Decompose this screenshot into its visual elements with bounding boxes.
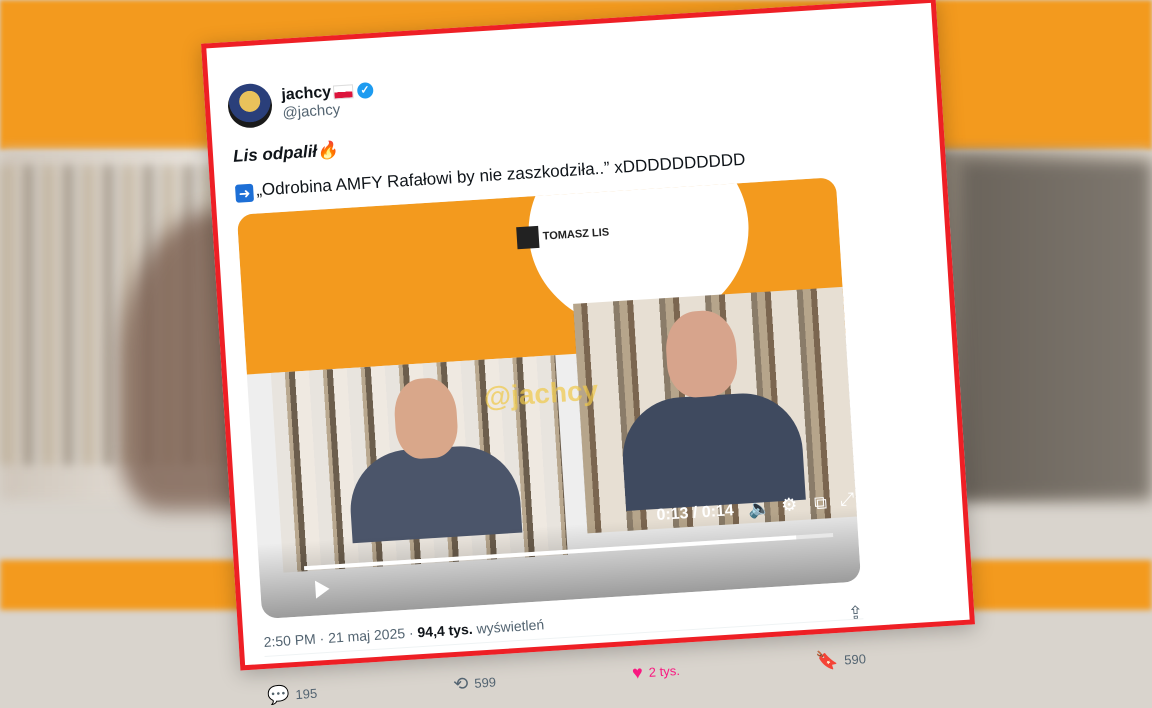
timestamp[interactable]: 2:50 PM · 21 maj 2025 · [263, 625, 414, 650]
avatar[interactable] [226, 82, 274, 130]
views-label: wyświetleń [476, 616, 545, 637]
bookmark-button[interactable]: 🔖 590 [815, 648, 866, 672]
reply-icon: 💬 [266, 684, 291, 706]
pip-icon[interactable]: ⧉ [813, 492, 827, 514]
bookmark-icon: 🔖 [815, 649, 839, 672]
like-button[interactable]: ♥ 2 tys. [631, 660, 680, 684]
reply-count: 195 [295, 685, 318, 703]
flag-icon [332, 83, 354, 100]
video-player[interactable]: TOMASZ LIS @jachcy 0:13 / 0:14 🔈 ⚙ ⧉ ⤢ [236, 177, 862, 620]
tweet-text-line1-content: Lis odpalił [232, 141, 318, 166]
settings-icon[interactable]: ⚙ [781, 494, 798, 516]
like-icon: ♥ [631, 662, 644, 683]
reply-button[interactable]: 💬 195 [266, 683, 317, 707]
like-count: 2 tys. [648, 662, 681, 680]
repost-icon: ⟲ [452, 673, 469, 695]
volume-icon[interactable]: 🔈 [748, 498, 772, 520]
tweet-text-line1: Lis odpalił🔥 [233, 140, 339, 167]
channel-label: TOMASZ LIS [542, 226, 610, 243]
author-names: jachcy ✓ @jachcy [281, 81, 375, 121]
arrow-right-icon: ➜ [234, 183, 255, 203]
channel-logo-icon [516, 225, 540, 250]
fire-icon: 🔥 [316, 140, 339, 161]
tweet-meta: 2:50 PM · 21 maj 2025 · 94,4 tys. wyświe… [263, 616, 544, 650]
fullscreen-icon[interactable]: ⤢ [839, 489, 855, 511]
tweet-header: jachcy ✓ @jachcy [226, 76, 375, 130]
person-right-body [619, 389, 806, 511]
tweet-card: jachcy ✓ @jachcy Lis odpalił🔥 ➜ „Odrobina… [201, 0, 975, 706]
repost-button[interactable]: ⟲ 599 [453, 671, 497, 695]
share-icon[interactable]: ⇪ [847, 602, 863, 624]
bookmark-count: 590 [843, 651, 867, 668]
repost-count: 599 [473, 674, 497, 691]
bg-right-dark [960, 160, 1152, 500]
views-count: 94,4 tys. [416, 620, 474, 641]
play-icon[interactable] [314, 579, 331, 599]
verified-badge-icon: ✓ [356, 81, 374, 99]
